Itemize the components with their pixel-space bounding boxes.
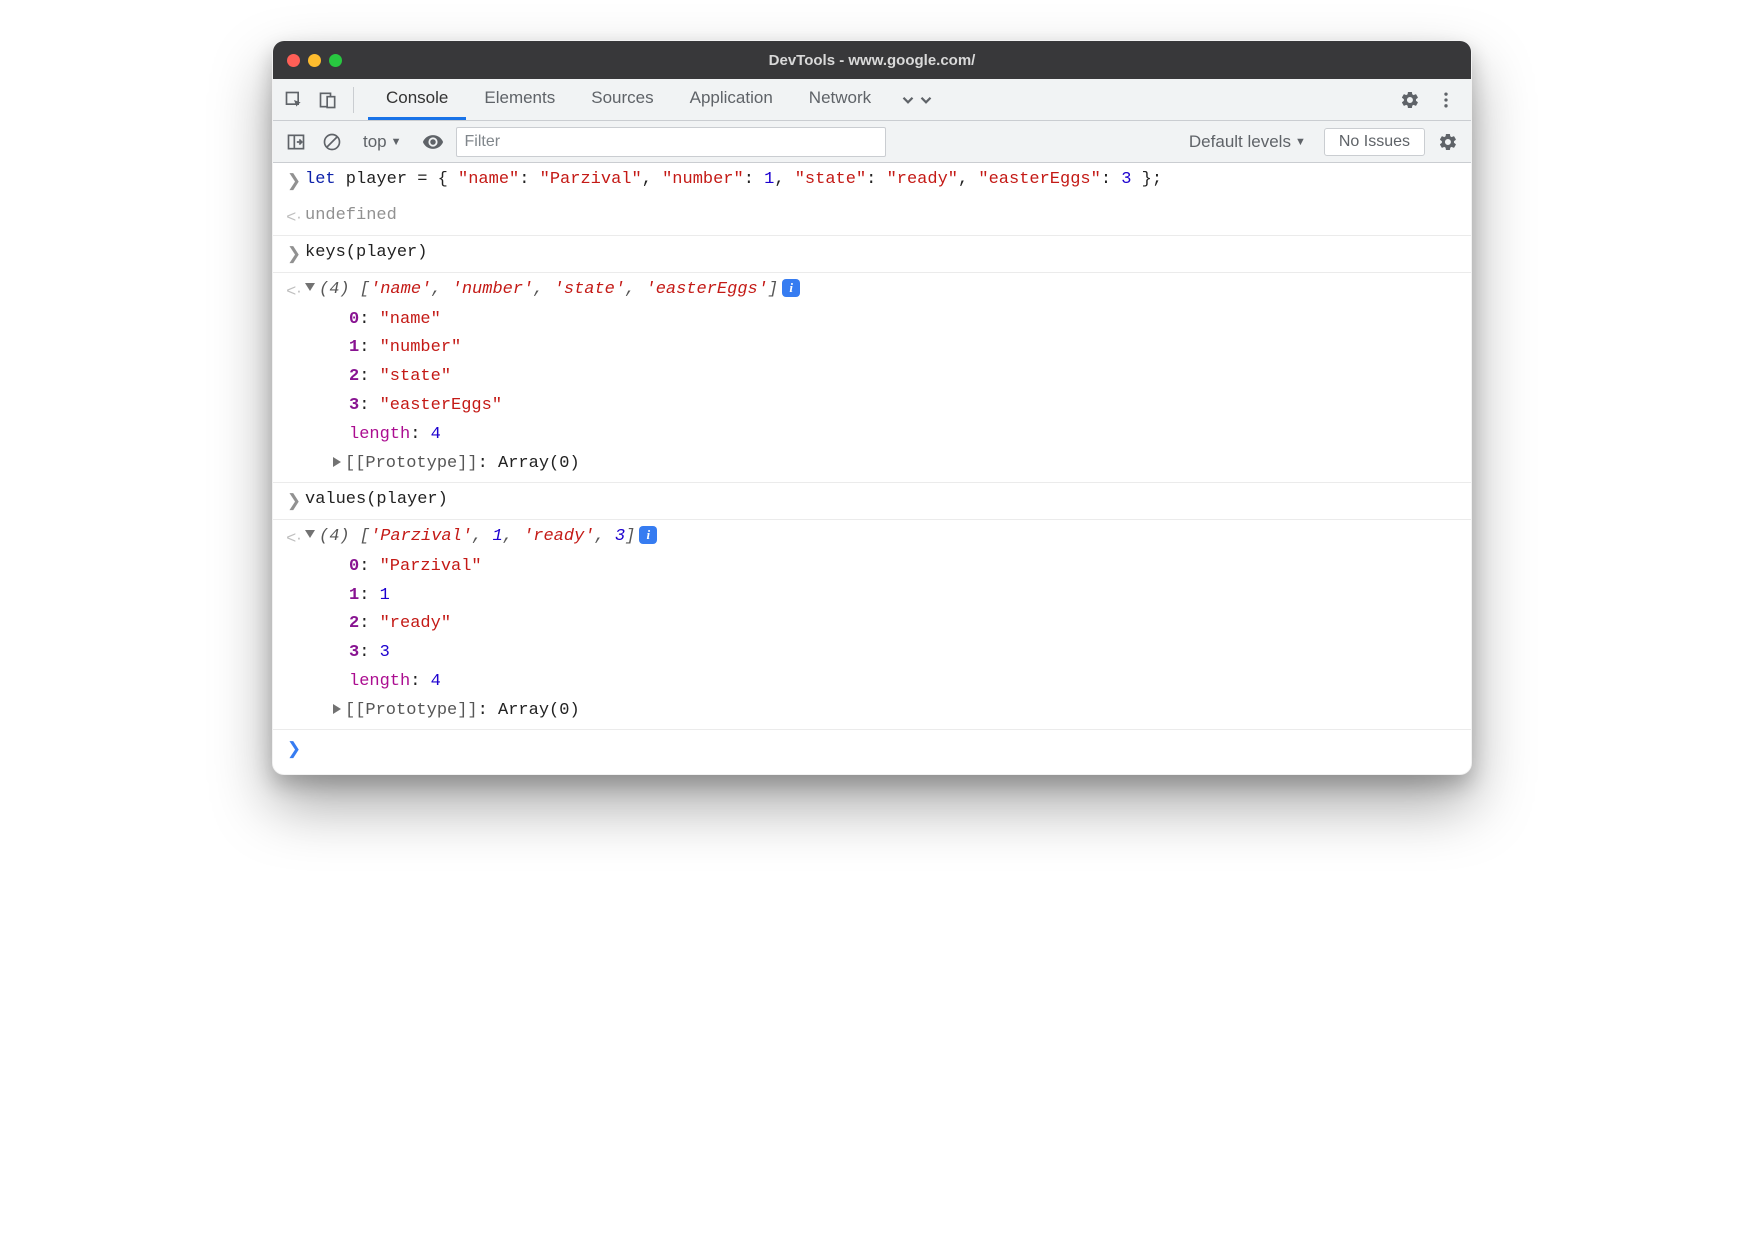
array-entry: 2: "state" bbox=[273, 363, 451, 392]
array-entry: 3: "easterEggs" bbox=[273, 392, 502, 421]
input-chevron-icon: ❯ bbox=[283, 166, 305, 196]
array-summary[interactable]: (4) ['Parzival', 1, 'ready', 3]i bbox=[305, 523, 657, 553]
array-length: length: 4 bbox=[273, 668, 441, 697]
tab-sources[interactable]: Sources bbox=[573, 79, 671, 120]
filter-placeholder: Filter bbox=[465, 133, 501, 151]
expand-triangle-down-icon[interactable] bbox=[305, 283, 315, 291]
more-tabs-button[interactable] bbox=[889, 79, 945, 120]
console-code: values(player) bbox=[305, 486, 1471, 515]
console-input-row[interactable]: ❯ values(player) bbox=[273, 483, 1471, 520]
kebab-menu-icon[interactable] bbox=[1431, 85, 1461, 115]
panel-tabs: Console Elements Sources Application Net… bbox=[368, 79, 945, 120]
input-chevron-icon: ❯ bbox=[283, 486, 305, 516]
window-controls bbox=[287, 54, 342, 67]
info-badge-icon[interactable]: i bbox=[639, 526, 657, 544]
settings-gear-icon[interactable] bbox=[1395, 85, 1425, 115]
expand-triangle-down-icon[interactable] bbox=[305, 530, 315, 538]
tab-elements[interactable]: Elements bbox=[466, 79, 573, 120]
prompt-input[interactable] bbox=[305, 734, 1471, 764]
console-result-row: <· (4) ['Parzival', 1, 'ready', 3]i 0: "… bbox=[273, 520, 1471, 730]
console-input-row[interactable]: ❯ let player = { "name": "Parzival", "nu… bbox=[273, 163, 1471, 199]
console-result-row: <· (4) ['name', 'number', 'state', 'east… bbox=[273, 273, 1471, 483]
array-length: length: 4 bbox=[273, 421, 441, 450]
context-selector[interactable]: top ▼ bbox=[355, 132, 410, 152]
expand-triangle-right-icon[interactable] bbox=[333, 704, 341, 714]
main-toolbar: Console Elements Sources Application Net… bbox=[273, 79, 1471, 121]
log-levels-selector[interactable]: Default levels ▼ bbox=[1181, 132, 1314, 152]
console-input-row[interactable]: ❯ keys(player) bbox=[273, 236, 1471, 273]
close-window-button[interactable] bbox=[287, 54, 300, 67]
clear-console-icon[interactable] bbox=[319, 129, 345, 155]
zoom-window-button[interactable] bbox=[329, 54, 342, 67]
array-entry: 1: "number" bbox=[273, 334, 461, 363]
filter-input[interactable]: Filter bbox=[456, 127, 886, 157]
minimize-window-button[interactable] bbox=[308, 54, 321, 67]
toggle-sidebar-icon[interactable] bbox=[283, 129, 309, 155]
context-label: top bbox=[363, 132, 387, 152]
array-prototype[interactable]: [[Prototype]]: Array(0) bbox=[273, 450, 580, 479]
array-prototype[interactable]: [[Prototype]]: Array(0) bbox=[273, 697, 580, 726]
window-title: DevTools - www.google.com/ bbox=[273, 52, 1471, 69]
levels-label: Default levels bbox=[1189, 132, 1291, 152]
console-result-row: <· undefined bbox=[273, 199, 1471, 236]
tab-network[interactable]: Network bbox=[791, 79, 889, 120]
issues-button[interactable]: No Issues bbox=[1324, 128, 1425, 156]
result-chevron-icon: <· bbox=[283, 523, 305, 553]
devtools-window: DevTools - www.google.com/ Console Eleme… bbox=[272, 40, 1472, 775]
array-entry: 0: "name" bbox=[273, 306, 441, 335]
console-code: let player = { "name": "Parzival", "numb… bbox=[305, 166, 1471, 195]
result-undefined: undefined bbox=[305, 202, 1471, 231]
tab-console[interactable]: Console bbox=[368, 79, 466, 120]
console-toolbar: top ▼ Filter Default levels ▼ No Issues bbox=[273, 121, 1471, 163]
result-chevron-icon: <· bbox=[283, 202, 305, 232]
titlebar: DevTools - www.google.com/ bbox=[273, 41, 1471, 79]
console-code: keys(player) bbox=[305, 239, 1471, 268]
device-toolbar-icon[interactable] bbox=[313, 85, 343, 115]
result-chevron-icon: <· bbox=[283, 276, 305, 306]
prompt-chevron-icon: ❯ bbox=[283, 734, 305, 764]
console-settings-gear-icon[interactable] bbox=[1435, 129, 1461, 155]
console-prompt[interactable]: ❯ bbox=[273, 730, 1471, 774]
input-chevron-icon: ❯ bbox=[283, 239, 305, 269]
inspect-element-icon[interactable] bbox=[279, 85, 309, 115]
live-expression-icon[interactable] bbox=[420, 129, 446, 155]
array-entry: 3: 3 bbox=[273, 639, 390, 668]
array-summary[interactable]: (4) ['name', 'number', 'state', 'easterE… bbox=[305, 276, 800, 306]
info-badge-icon[interactable]: i bbox=[782, 279, 800, 297]
tab-application[interactable]: Application bbox=[672, 79, 791, 120]
expand-triangle-right-icon[interactable] bbox=[333, 457, 341, 467]
console-output: ❯ let player = { "name": "Parzival", "nu… bbox=[273, 163, 1471, 774]
array-entry: 0: "Parzival" bbox=[273, 553, 482, 582]
array-entry: 1: 1 bbox=[273, 582, 390, 611]
array-entry: 2: "ready" bbox=[273, 610, 451, 639]
